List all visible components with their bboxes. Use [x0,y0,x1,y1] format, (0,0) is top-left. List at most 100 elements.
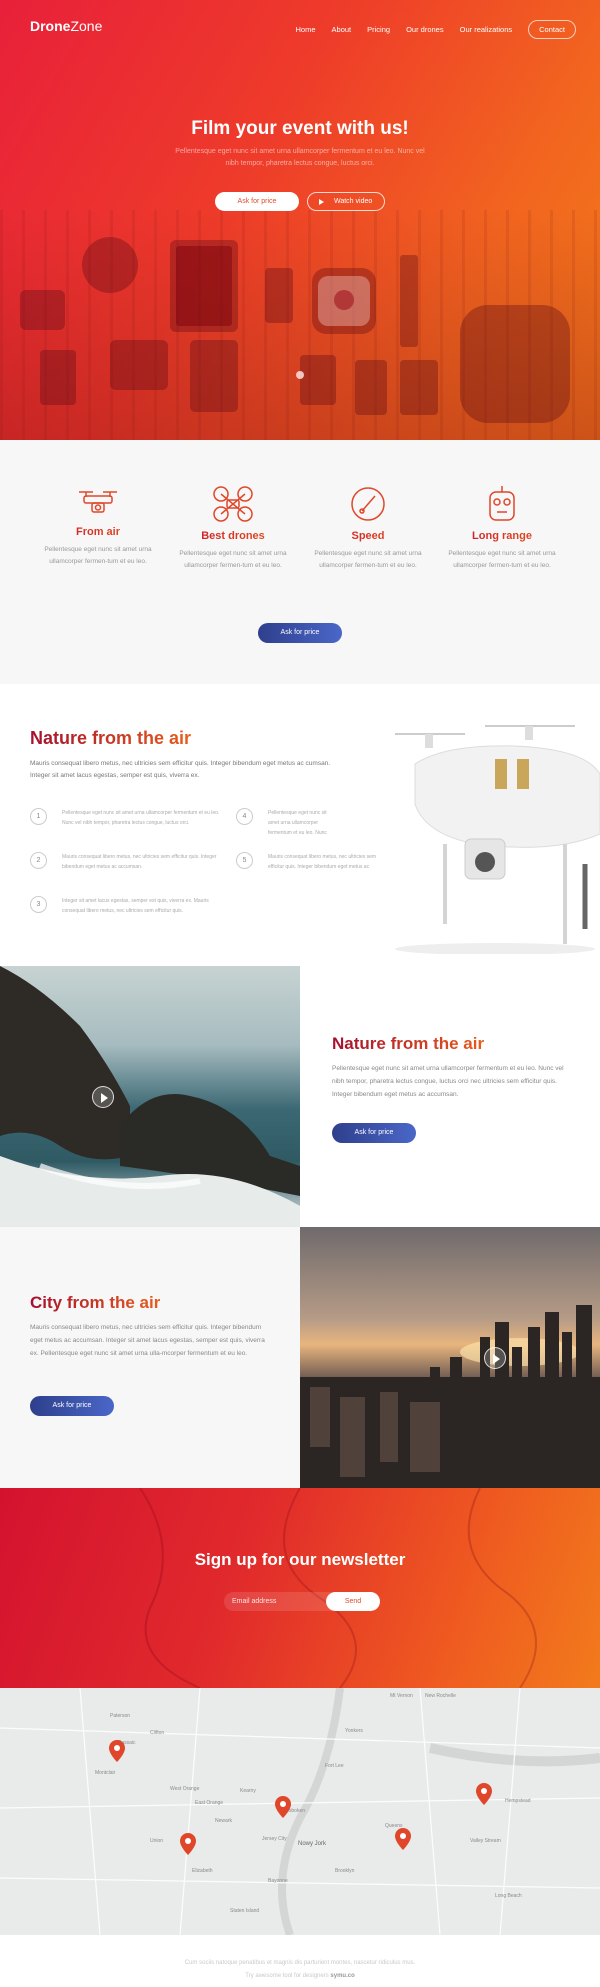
nav-our-drones[interactable]: Our drones [406,25,444,34]
feature-title: From air [33,526,163,538]
nav-our-realizations[interactable]: Our realizations [460,25,513,34]
step-text: Integer sit amet lacus egestas, semper e… [62,898,209,914]
hero-gear-illustration [20,237,570,423]
city-photo [300,1227,600,1488]
footer-tagline: Cum sociis natoque penatibus et magnis d… [184,1960,416,1966]
map-pin-icon[interactable] [109,1740,125,1762]
step-number: 4 [236,808,253,825]
email-field[interactable]: Email address [224,1592,334,1611]
main-nav: Home About Pricing Our drones Our realiz… [296,20,576,39]
nav-contact-button[interactable]: Contact [528,20,576,39]
feature-title: Speed [303,530,433,542]
play-video-button[interactable] [484,1347,506,1369]
map-pin-icon[interactable] [275,1796,291,1818]
map-label: Staten Island [230,1908,260,1914]
step-text: Pellentesque eget nunc sit amet urna ull… [62,810,220,826]
map-label: Long Beach [495,1893,522,1899]
map-label: Hempstead [505,1798,531,1804]
nature-steps-section: Nature from the air Mauris consequat lib… [0,684,600,966]
step-number: 5 [236,852,253,869]
feature-text: Pellentesque eget nunc sit amet urna ull… [314,550,422,569]
hero-ask-price-button[interactable]: Ask for price [215,192,299,211]
nature-video-text: Pellentesque eget nunc sit amet urna ull… [332,1065,564,1098]
footer-credit-text: Try awesome tool for designers [245,1973,329,1979]
play-icon [319,199,324,205]
map-label: Bayonne [268,1878,288,1884]
newsletter-section: Sign up for our newsletter Email address… [0,1488,600,1688]
send-button[interactable]: Send [326,1592,380,1611]
logo[interactable]: DroneZone [30,18,102,34]
city-ask-price-button[interactable]: Ask for price [30,1396,114,1416]
map-label: Union [150,1838,164,1844]
map-section[interactable]: Mt Vernon New Rochelle Paterson Clifton … [0,1688,600,1935]
newsletter-texture [139,1488,537,1688]
map-pin-icon[interactable] [180,1833,196,1855]
step-number: 3 [30,896,47,913]
step-number: 1 [30,808,47,825]
nature-video-ask-price-button[interactable]: Ask for price [332,1123,416,1143]
remote-control-icon [489,486,515,521]
feature-title: Long range [437,530,567,542]
feature-text: Pellentesque eget nunc sit amet urna ull… [179,550,287,569]
nav-about[interactable]: About [332,25,352,34]
feature-long-range: Long range Pellentesque eget nunc sit am… [437,484,567,572]
map-label: East Orange [195,1800,224,1806]
step-number: 2 [30,852,47,869]
nature-steps-title: Nature from the air [30,728,192,748]
city-text: Mauris consequat libero metus, nec ultri… [30,1324,265,1357]
feature-from-air: From air Pellentesque eget nunc sit amet… [33,484,163,568]
map-label: Yonkers [345,1728,363,1734]
map-label: Valley Stream [470,1838,501,1844]
map-label: Kearny [240,1788,256,1794]
watch-video-button[interactable]: Watch video [307,192,385,211]
map-label: Brooklyn [335,1868,355,1874]
drone-camera-icon [79,491,117,513]
map-label: Elizabeth [192,1868,213,1874]
map-label: Nowy Jork [298,1841,327,1847]
nav-pricing[interactable]: Pricing [367,25,390,34]
map-label: Mt Vernon [390,1693,413,1699]
map-label: West Orange [170,1786,200,1792]
feature-title: Best drones [168,530,298,542]
step-text: Mauris consequat libero metus, nec ultri… [268,854,377,870]
play-video-button[interactable] [92,1086,114,1108]
map-pin-icon[interactable] [476,1783,492,1805]
newsletter-title: Sign up for our newsletter [194,1550,406,1569]
features-ask-price-button[interactable]: Ask for price [258,623,342,643]
hero-subtitle: Pellentesque eget nunc sit amet urna ull… [175,148,425,167]
map-pin-icon[interactable] [395,1828,411,1850]
map-label: Jersey City [262,1836,287,1842]
nav-home[interactable]: Home [296,25,316,34]
footer-credit: Try awesome tool for designers symu.co [0,1973,600,1979]
play-icon [101,1093,108,1103]
feature-speed: Speed Pellentesque eget nunc sit amet ur… [303,484,433,572]
speedometer-icon [351,487,385,521]
city-title: City from the air [30,1293,161,1312]
map-label: Clifton [150,1730,165,1736]
features-section: From air Pellentesque eget nunc sit amet… [0,440,600,684]
hero-title: Film your event with us! [191,118,409,139]
hero-section: DroneZone Home About Pricing Our drones … [0,0,600,440]
quadcopter-icon [213,486,253,522]
map-label: New Rochelle [425,1693,456,1699]
feature-text: Pellentesque eget nunc sit amet urna ull… [44,546,152,565]
map-label: Newark [215,1818,232,1824]
nature-steps-intro: Mauris consequat libero metus, nec ultri… [30,760,331,779]
step-text: Mauris consequat libero metus, nec ultri… [62,854,217,870]
city-section: City from the air Mauris consequat liber… [0,1227,600,1488]
map-label: Paterson [110,1713,131,1719]
footer-brand-link[interactable]: symu.co [330,1973,354,1979]
ocean-photo [0,966,300,1227]
map-label: Montclair [95,1770,116,1776]
logo-bold-text: Drone [30,18,71,34]
nature-video-section: Nature from the air Pellentesque eget nu… [0,966,600,1227]
feature-best-drones: Best drones Pellentesque eget nunc sit a… [168,484,298,572]
watch-video-label: Watch video [334,198,373,205]
play-icon [493,1354,500,1364]
map-label: Fort Lee [325,1763,344,1769]
nature-video-title: Nature from the air [332,1034,485,1053]
logo-light-text: Zone [70,18,103,34]
drone-photo [395,725,600,954]
step-text: Pellentesque eget nunc sit amet urna ull… [268,810,327,836]
footer: Cum sociis natoque penatibus et magnis d… [0,1935,600,1987]
